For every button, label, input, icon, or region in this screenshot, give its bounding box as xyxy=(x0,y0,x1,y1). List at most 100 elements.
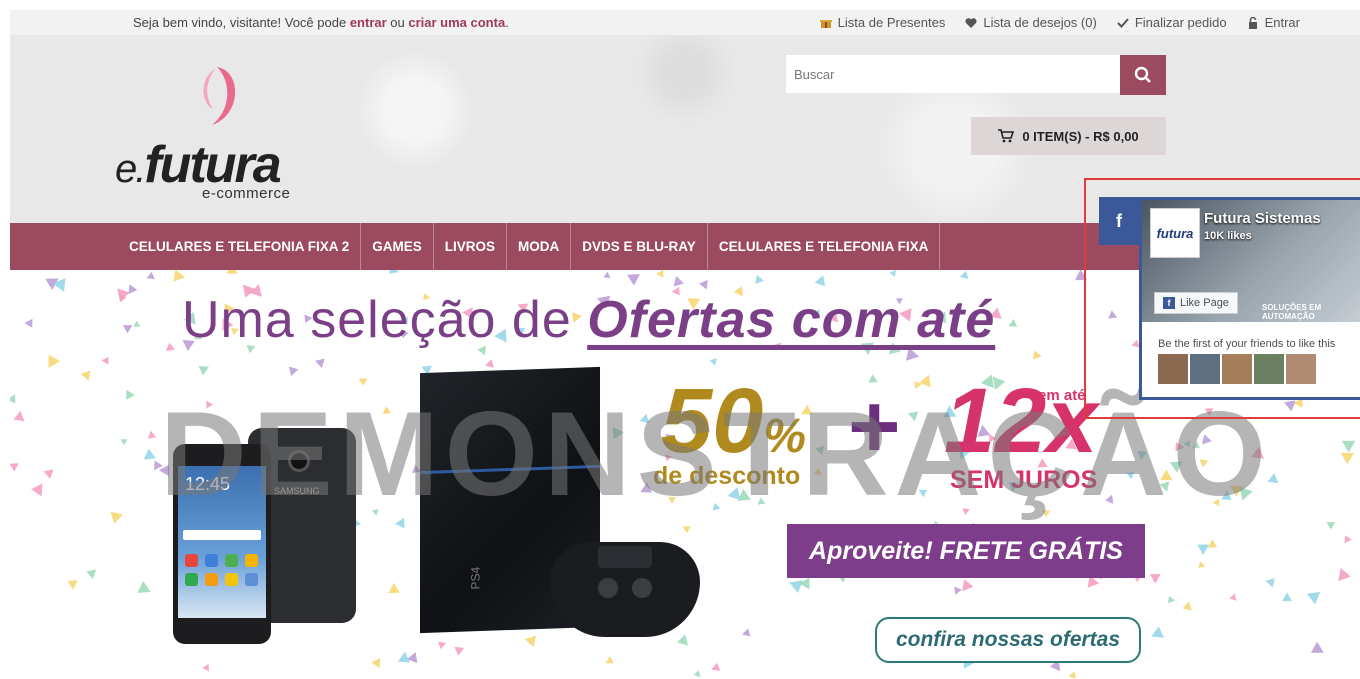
confetti-triangle xyxy=(80,370,91,381)
facebook-like-button[interactable]: f Like Page xyxy=(1154,292,1238,314)
avatar[interactable] xyxy=(1158,354,1188,384)
confetti-triangle xyxy=(605,656,614,664)
confetti-triangle xyxy=(960,270,969,279)
confetti-triangle xyxy=(1344,535,1352,544)
confetti-triangle xyxy=(31,483,43,497)
confetti-triangle xyxy=(226,270,238,274)
confetti-triangle xyxy=(67,580,78,590)
confetti-triangle xyxy=(43,469,54,479)
period-text: . xyxy=(505,15,509,30)
confetti-triangle xyxy=(789,580,803,594)
confetti-triangle xyxy=(1282,592,1292,602)
confetti-triangle xyxy=(1265,578,1275,588)
search-input[interactable] xyxy=(786,55,1120,93)
confetti-triangle xyxy=(1207,539,1218,548)
confetti-triangle xyxy=(288,366,299,377)
phone-search-bar xyxy=(183,530,261,540)
confetti-triangle xyxy=(709,358,717,366)
wishlist-link[interactable]: Lista de desejos (0) xyxy=(965,15,1097,30)
nav-item-dvds[interactable]: DVDS E BLU-RAY xyxy=(571,223,708,270)
confetti-triangle xyxy=(962,579,974,592)
confetti-triangle xyxy=(799,577,810,590)
checkout-link[interactable]: Finalizar pedido xyxy=(1117,15,1227,30)
nav-item-celulares[interactable]: CELULARES E TELEFONIA FIXA xyxy=(708,223,941,270)
confetti-triangle xyxy=(202,663,209,672)
confetti-triangle xyxy=(133,320,141,327)
banner-headline: Uma seleção de Ofertas com até xyxy=(182,290,995,350)
controller-image xyxy=(550,542,700,637)
confetti-triangle xyxy=(1310,641,1324,653)
confetti-triangle xyxy=(24,318,33,328)
gift-list-link[interactable]: Lista de Presentes xyxy=(819,15,946,30)
confetti-triangle xyxy=(1182,601,1192,611)
see-offers-button[interactable]: confira nossas ofertas xyxy=(875,617,1141,663)
confetti-triangle xyxy=(673,276,684,287)
confetti-triangle xyxy=(13,410,25,422)
nav-item-celulares-2[interactable]: CELULARES E TELEFONIA FIXA 2 xyxy=(118,223,362,270)
confetti-triangle xyxy=(1340,452,1354,465)
confetti-triangle xyxy=(814,275,826,287)
avatar[interactable] xyxy=(1222,354,1252,384)
facebook-cover-image: futura Futura Sistemas 10K likes f Like … xyxy=(1142,200,1360,322)
controller-touchpad xyxy=(598,546,652,568)
avatar[interactable] xyxy=(1254,354,1284,384)
cart-label: 0 ITEM(S) - R$ 0,00 xyxy=(1022,128,1139,144)
confetti-triangle xyxy=(126,389,135,400)
logo-prefix: e. xyxy=(115,147,146,191)
wishlist-label: Lista de desejos (0) xyxy=(983,15,1097,30)
confetti-triangle xyxy=(627,274,640,286)
confetti-triangle xyxy=(198,366,209,376)
controller-left-stick xyxy=(598,578,618,598)
confetti-triangle xyxy=(603,271,611,279)
facebook-tab[interactable]: f xyxy=(1099,197,1139,245)
nav-item-moda[interactable]: MODA xyxy=(507,223,572,270)
login-top-link[interactable]: Entrar xyxy=(1247,15,1300,30)
avatar[interactable] xyxy=(1190,354,1220,384)
confetti-triangle xyxy=(1338,568,1351,582)
confetti-triangle xyxy=(128,284,138,295)
avatar[interactable] xyxy=(1286,354,1316,384)
confetti-triangle xyxy=(1151,626,1164,638)
confetti-triangle xyxy=(10,463,19,472)
gift-list-label: Lista de Presentes xyxy=(837,15,946,30)
confetti-triangle xyxy=(110,511,123,524)
check-icon xyxy=(1117,17,1129,28)
confetti-triangle xyxy=(742,628,751,637)
login-link[interactable]: entrar xyxy=(350,15,387,30)
facebook-icon: f xyxy=(1163,297,1175,309)
nav-item-games[interactable]: GAMES xyxy=(361,223,434,270)
facebook-page-widget[interactable]: futura Futura Sistemas 10K likes f Like … xyxy=(1139,197,1360,400)
confetti-triangle xyxy=(388,582,400,594)
confetti-triangle xyxy=(656,270,664,278)
cart-icon xyxy=(998,129,1015,143)
confetti-triangle xyxy=(173,270,185,282)
facebook-page-name[interactable]: Futura Sistemas xyxy=(1204,210,1321,227)
confetti-triangle xyxy=(1197,544,1210,555)
top-bar: Seja bem vindo, visitante! Você pode ent… xyxy=(10,10,1360,35)
confetti-triangle xyxy=(166,342,175,351)
confetti-triangle xyxy=(1306,591,1321,605)
confetti-triangle xyxy=(1198,561,1206,569)
confetti-triangle xyxy=(889,270,896,277)
nav-item-livros[interactable]: LIVROS xyxy=(434,223,508,270)
free-shipping-banner: Aproveite! FRETE GRÁTIS xyxy=(787,524,1145,578)
console-label: PS4 xyxy=(468,566,483,590)
signup-link[interactable]: criar uma conta xyxy=(408,15,505,30)
search-button[interactable] xyxy=(1120,55,1166,95)
confetti-triangle xyxy=(1168,595,1175,604)
facebook-page-avatar[interactable]: futura xyxy=(1150,208,1200,258)
confetti-triangle xyxy=(524,635,536,647)
confetti-triangle xyxy=(10,394,16,404)
controller-right-stick xyxy=(632,578,652,598)
confetti-triangle xyxy=(398,651,411,663)
confetti-triangle xyxy=(315,358,325,368)
confetti-triangle xyxy=(101,356,109,365)
facebook-friend-avatars xyxy=(1158,354,1316,384)
site-logo[interactable]: e.futura e-commerce xyxy=(115,63,315,208)
confetti-triangle xyxy=(1032,350,1042,360)
confetti-triangle xyxy=(1008,318,1018,327)
cart-button[interactable]: 0 ITEM(S) - R$ 0,00 xyxy=(971,117,1166,155)
confetti-triangle xyxy=(48,354,60,368)
facebook-friends-text: Be the first of your friends to like thi… xyxy=(1158,338,1336,350)
facebook-cover-caption: SOLUÇÕES EM AUTOMAÇÃO xyxy=(1262,303,1322,321)
